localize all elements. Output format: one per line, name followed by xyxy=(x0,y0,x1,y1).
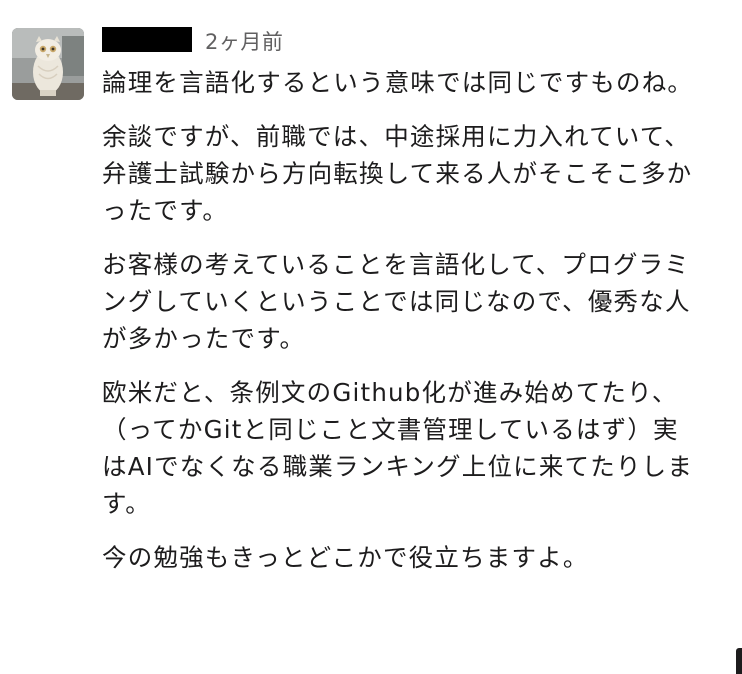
message-paragraph-3: お客様の考えていることを言語化して、プログラミングしていくということでは同じなの… xyxy=(102,250,691,353)
message-paragraph-1: 論理を言語化するという意味では同じですものね。 xyxy=(102,68,694,97)
message-paragraph-5: 今の勉強もきっとどこかで役立ちますよ。 xyxy=(102,543,589,572)
owl-figurine-avatar-icon xyxy=(12,28,84,100)
message-timestamp[interactable]: 2ヶ月前 xyxy=(205,28,283,56)
message-paragraph-4: 欧米だと、条例文のGithub化が進み始めてたり、（ってかGitと同じこと文書管… xyxy=(102,378,694,518)
message-body: 論理を言語化するという意味では同じですものね。 余談ですが、前職では、中途採用に… xyxy=(102,64,702,593)
scrollbar-thumb[interactable] xyxy=(736,648,742,674)
avatar[interactable] xyxy=(12,28,84,100)
message-paragraph-2: 余談ですが、前職では、中途採用に力入れていて、弁護士試験から方向転換して来る人が… xyxy=(102,122,693,225)
redacted-username xyxy=(102,27,192,52)
